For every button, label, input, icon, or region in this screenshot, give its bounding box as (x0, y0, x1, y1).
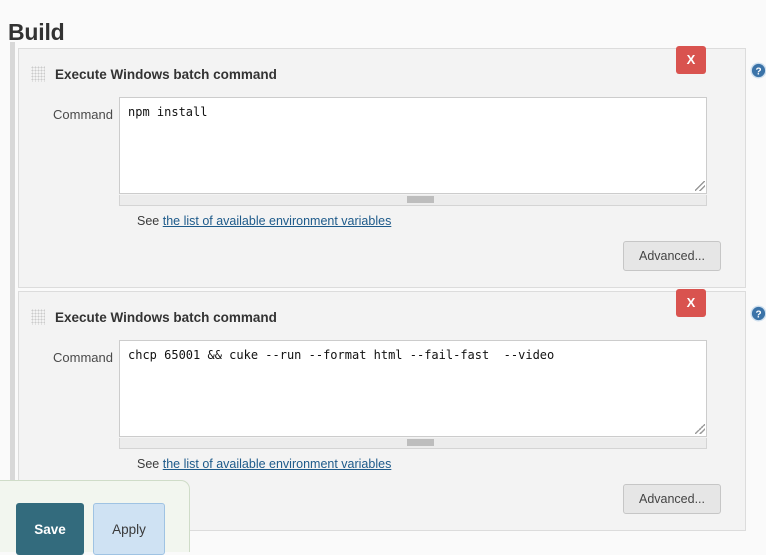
build-step-header: Execute Windows batch command (19, 63, 277, 85)
delete-step-button[interactable]: X (676, 46, 706, 74)
svg-text:?: ? (755, 309, 761, 320)
command-textarea-wrapper (119, 340, 707, 449)
environment-variables-link[interactable]: the list of available environment variab… (163, 214, 392, 228)
command-label: Command (19, 107, 113, 122)
command-label: Command (19, 350, 113, 365)
horizontal-scrollbar[interactable] (119, 195, 707, 206)
command-textarea-wrapper (119, 97, 707, 206)
environment-variables-link[interactable]: the list of available environment variab… (163, 457, 392, 471)
form-action-bar: Save Apply (0, 480, 190, 552)
advanced-button[interactable]: Advanced... (623, 241, 721, 271)
help-circle-icon[interactable]: ? (750, 62, 766, 79)
environment-variables-help: See the list of available environment va… (137, 214, 391, 228)
build-step-block: Execute Windows batch command X ? Comman… (18, 48, 746, 288)
environment-variables-help: See the list of available environment va… (137, 457, 391, 471)
build-step-title: Execute Windows batch command (55, 67, 277, 82)
advanced-button[interactable]: Advanced... (623, 484, 721, 514)
svg-text:?: ? (755, 66, 761, 77)
scrollbar-thumb[interactable] (407, 196, 434, 203)
drag-handle-icon[interactable] (31, 66, 45, 82)
apply-button[interactable]: Apply (93, 503, 165, 555)
command-input[interactable] (119, 340, 707, 437)
save-button[interactable]: Save (16, 503, 84, 555)
help-circle-icon[interactable]: ? (750, 305, 766, 322)
build-step-header: Execute Windows batch command (19, 306, 277, 328)
help-prefix-text: See (137, 214, 163, 228)
build-step-title: Execute Windows batch command (55, 310, 277, 325)
left-gutter-strip (10, 42, 15, 552)
drag-handle-icon[interactable] (31, 309, 45, 325)
delete-step-button[interactable]: X (676, 289, 706, 317)
scrollbar-thumb[interactable] (407, 439, 434, 446)
horizontal-scrollbar[interactable] (119, 438, 707, 449)
help-prefix-text: See (137, 457, 163, 471)
page-title: Build (8, 19, 65, 46)
command-input[interactable] (119, 97, 707, 194)
